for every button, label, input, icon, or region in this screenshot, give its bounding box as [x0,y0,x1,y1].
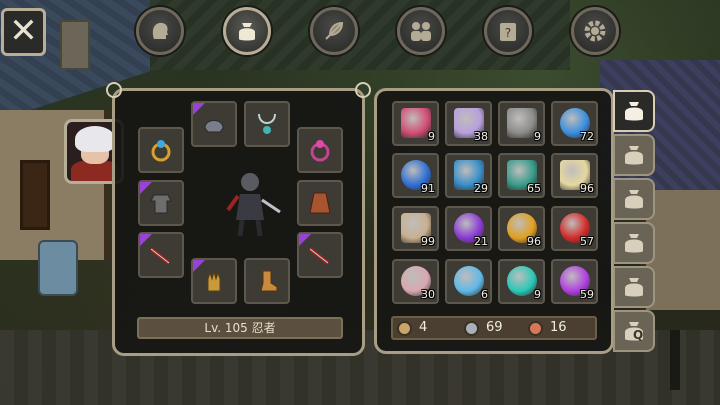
inventory-slot[interactable]: 6 [445,259,492,304]
item-quantity: 9 [534,130,541,143]
inventory-slot[interactable]: 65 [498,153,545,198]
bag-icon [625,278,643,297]
scroll-icon: ? [500,23,516,41]
equip-slot-boots[interactable] [244,258,290,304]
inventory-slot[interactable]: 9 [498,101,545,146]
svg-text:?: ? [505,26,511,40]
coin-copper-icon [528,321,543,336]
tab-bag-2[interactable] [613,134,655,176]
portrait-hair [75,126,115,152]
item-quantity: 65 [527,182,541,195]
tab-bag-1[interactable] [613,90,655,132]
inventory-slot[interactable]: 29 [445,153,492,198]
blue-pearls-icon [454,266,484,296]
currency-gold-value: 4 [419,320,428,335]
item-quantity: 91 [421,182,435,195]
item-quantity: 59 [580,288,594,301]
equip-slot-helmet[interactable] [191,101,237,147]
inventory-slot[interactable]: 96 [551,153,598,198]
barrel [38,240,78,296]
bag-icon [239,23,255,41]
equip-slot-necklace[interactable] [244,101,290,147]
item-quantity: 29 [474,182,488,195]
party-icon [411,22,431,41]
item-quantity: 9 [534,288,541,301]
inventory-slot[interactable]: 21 [445,206,492,251]
equip-slot-weapon-left[interactable] [138,232,184,278]
tab-party[interactable] [397,7,445,55]
inventory-slot[interactable]: 38 [445,101,492,146]
armor-icon [150,194,172,214]
bag-icon [625,146,643,165]
flower-icon [401,108,431,138]
equip-slot-armor[interactable] [138,180,184,226]
left-house-door [20,160,50,230]
currency-bar: 4 69 16 [391,316,597,340]
inventory-slot[interactable]: 99 [392,206,439,251]
item-quantity: 6 [481,288,488,301]
gloves-icon [207,270,221,292]
head-silhouette-icon [152,22,168,39]
street-lamp [670,330,680,390]
equip-slot-ring-right[interactable] [297,127,343,173]
item-quantity: 21 [474,235,488,248]
ring-icon [151,140,171,162]
item-quantity: 38 [474,130,488,143]
top-tab-bar: ? [0,7,720,57]
inventory-slot[interactable]: 30 [392,259,439,304]
tab-quests[interactable]: ? [484,7,532,55]
tab-bag-4[interactable] [613,222,655,264]
anvil-icon [507,108,537,138]
tab-skills[interactable] [310,7,358,55]
quest-bag-label: Q [633,328,644,342]
boots-icon [260,270,278,292]
gear-icon [584,20,606,42]
tab-bag-5[interactable] [613,266,655,308]
item-quantity: 9 [428,130,435,143]
helmet-icon [204,120,224,133]
character-level-label: Lv. 105 忍者 [137,317,343,339]
teal-potion-icon [507,266,537,296]
item-quantity: 30 [421,288,435,301]
item-quantity: 57 [580,235,594,248]
equip-slot-weapon-right[interactable] [297,232,343,278]
item-quantity: 99 [421,235,435,248]
feather-icon [325,21,344,40]
currency-silver-value: 69 [486,320,503,335]
tab-bag[interactable] [223,7,271,55]
cloak-icon [309,192,331,214]
inventory-slot[interactable]: 96 [498,206,545,251]
coin-silver-icon [464,321,479,336]
necklace-icon [258,113,276,134]
equip-slot-gloves[interactable] [191,258,237,304]
item-quantity: 72 [580,130,594,143]
sword-icon [308,247,330,265]
tab-character[interactable] [136,7,184,55]
inventory-slot[interactable]: 72 [551,101,598,146]
inventory-slot[interactable]: 91 [392,153,439,198]
bag-icon [625,234,643,253]
sword-icon [149,247,171,265]
equip-slot-cloak[interactable] [297,180,343,226]
ring-icon [310,140,330,162]
bag-icon [625,102,643,121]
tab-settings[interactable] [571,7,619,55]
character-model [226,173,281,237]
coin-gold-icon [397,321,412,336]
currency-copper-value: 16 [550,320,567,335]
tab-bag-quest[interactable]: Q [613,310,655,352]
item-quantity: 96 [580,182,594,195]
bag-icon [625,190,643,209]
item-quantity: 96 [527,235,541,248]
tab-bag-3[interactable] [613,178,655,220]
inventory-slot[interactable]: 9 [498,259,545,304]
equip-slot-ring-left[interactable] [138,127,184,173]
inventory-slot[interactable]: 57 [551,206,598,251]
inventory-slot[interactable]: 9 [392,101,439,146]
inventory-slot[interactable]: 59 [551,259,598,304]
